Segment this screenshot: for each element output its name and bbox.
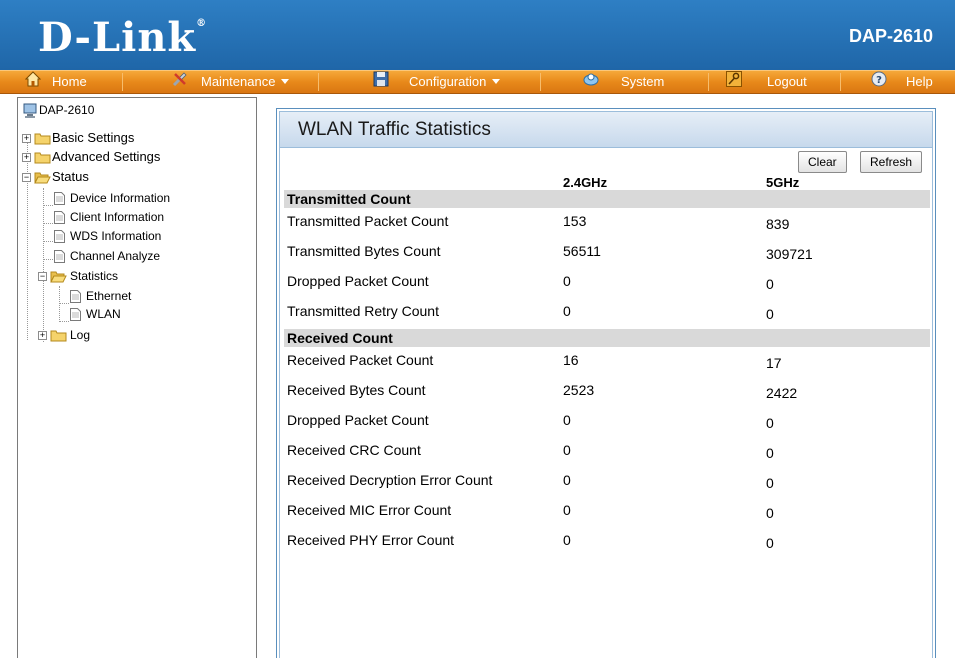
value-2-4ghz: 16	[563, 352, 579, 368]
row-label: Received Bytes Count	[287, 382, 426, 398]
open-folder-icon	[34, 171, 51, 184]
clear-button[interactable]: Clear	[798, 151, 847, 173]
folder-icon	[50, 329, 67, 342]
value-2-4ghz: 2523	[563, 382, 595, 398]
value-5ghz: 0	[766, 415, 774, 431]
row-label: Dropped Packet Count	[287, 412, 429, 428]
device-model: DAP-2610	[848, 26, 933, 46]
value-5ghz: 0	[766, 276, 774, 292]
refresh-button[interactable]: Refresh	[860, 151, 923, 173]
svg-text:?: ?	[876, 75, 882, 86]
table-row: Received Bytes Count 2523 2422	[280, 382, 930, 402]
table-row: Received MIC Error Count 0 0	[280, 502, 930, 522]
tools-icon	[172, 71, 188, 87]
dlink-logo: D-Link®	[38, 14, 208, 61]
row-label: Dropped Packet Count	[287, 273, 429, 289]
navigation-tree: DAP-2610 + Basic Settings + Advanced Set…	[17, 97, 257, 658]
section-transmitted-count: Transmitted Count	[284, 190, 930, 208]
column-header-5ghz: 5GHz	[766, 175, 800, 190]
table-row: Received CRC Count 0 0	[280, 442, 930, 462]
table-row: Transmitted Packet Count 153 839	[280, 213, 930, 233]
row-label: Received MIC Error Count	[287, 502, 452, 518]
collapse-minus-icon[interactable]: −	[22, 173, 31, 182]
open-folder-icon	[50, 270, 67, 283]
value-2-4ghz: 0	[563, 472, 571, 488]
value-2-4ghz: 0	[563, 303, 571, 319]
chevron-down-icon	[492, 79, 501, 85]
value-2-4ghz: 0	[563, 273, 571, 289]
page-title: WLAN Traffic Statistics	[298, 119, 491, 140]
value-2-4ghz: 0	[563, 412, 571, 428]
row-label: Received Packet Count	[287, 352, 434, 368]
row-label: Received Decryption Error Count	[287, 472, 493, 488]
table-row: Received PHY Error Count 0 0	[280, 532, 930, 552]
page-icon	[54, 211, 65, 224]
expand-plus-icon[interactable]: +	[22, 153, 31, 162]
header-banner: D-Link® DAP-2610	[0, 0, 955, 70]
value-2-4ghz: 153	[563, 213, 587, 229]
expand-plus-icon[interactable]: +	[22, 134, 31, 143]
folder-icon	[34, 151, 51, 164]
page-icon	[70, 290, 81, 303]
value-5ghz: 839	[766, 216, 790, 232]
value-5ghz: 0	[766, 475, 774, 491]
page-icon	[54, 192, 65, 205]
chevron-down-icon	[281, 79, 290, 85]
section-received-count: Received Count	[284, 329, 930, 347]
system-icon	[583, 71, 599, 87]
key-icon	[726, 71, 742, 87]
floppy-disk-icon	[373, 71, 389, 87]
collapse-minus-icon[interactable]: −	[38, 272, 47, 281]
menu-home[interactable]: Home	[24, 71, 87, 93]
computer-icon	[22, 103, 38, 119]
value-5ghz: 0	[766, 535, 774, 551]
row-label: Transmitted Retry Count	[287, 303, 439, 319]
table-row: Transmitted Retry Count 0 0	[280, 303, 930, 323]
folder-icon	[34, 132, 51, 145]
value-2-4ghz: 0	[563, 502, 571, 518]
panel-title-bar: WLAN Traffic Statistics	[280, 112, 932, 148]
page-icon	[54, 230, 65, 243]
value-5ghz: 2422	[766, 385, 798, 401]
value-2-4ghz: 0	[563, 442, 571, 458]
main-menu-bar: Home Maintenance Configuration System Lo…	[0, 70, 955, 94]
value-2-4ghz: 0	[563, 532, 571, 548]
content-panel: WLAN Traffic Statistics Clear Refresh 2.…	[276, 108, 936, 658]
value-5ghz: 309721	[766, 246, 813, 262]
row-label: Received CRC Count	[287, 442, 421, 458]
table-row: Received Decryption Error Count 0 0	[280, 472, 930, 492]
page-icon	[70, 308, 81, 321]
value-5ghz: 17	[766, 355, 782, 371]
help-icon: ?	[871, 71, 887, 87]
table-row: Transmitted Bytes Count 56511 309721	[280, 243, 930, 263]
row-label: Transmitted Packet Count	[287, 213, 449, 229]
value-5ghz: 0	[766, 306, 774, 322]
home-icon	[24, 71, 42, 87]
table-row: Dropped Packet Count 0 0	[280, 273, 930, 293]
page-icon	[54, 250, 65, 263]
column-header-2-4ghz: 2.4GHz	[563, 175, 608, 190]
row-label: Received PHY Error Count	[287, 532, 455, 548]
table-row: Dropped Packet Count 0 0	[280, 412, 930, 432]
row-label: Transmitted Bytes Count	[287, 243, 441, 259]
table-row: Received Packet Count 16 17	[280, 352, 930, 372]
value-2-4ghz: 56511	[563, 243, 601, 259]
expand-plus-icon[interactable]: +	[38, 331, 47, 340]
value-5ghz: 0	[766, 505, 774, 521]
value-5ghz: 0	[766, 445, 774, 461]
